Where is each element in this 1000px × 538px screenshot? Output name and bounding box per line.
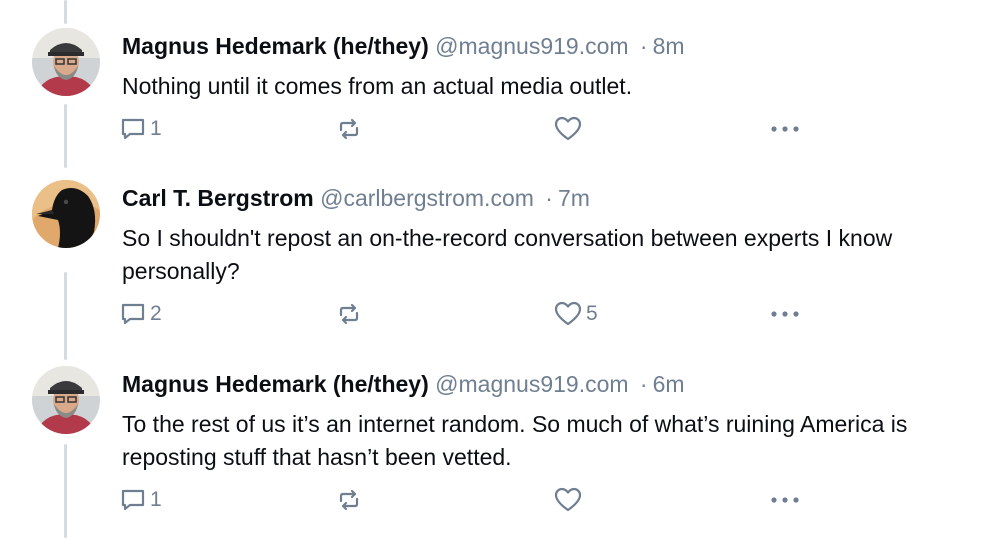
post-timestamp[interactable]: 7m	[558, 185, 590, 211]
ellipsis-icon	[771, 311, 799, 317]
speech-bubble-icon	[121, 489, 145, 511]
repost-button[interactable]	[336, 299, 362, 329]
ellipsis-icon	[771, 497, 799, 503]
separator-dot: ·	[639, 371, 648, 397]
post-actions: 1	[120, 114, 820, 144]
avatar[interactable]	[32, 366, 100, 434]
reply-count: 2	[150, 302, 162, 325]
reply-button[interactable]: 1	[120, 485, 162, 515]
like-button[interactable]	[554, 114, 582, 144]
repost-button[interactable]	[336, 485, 362, 515]
post-header: Carl T. Bergstrom @carlbergstrom.com · 7m	[122, 184, 590, 212]
avatar[interactable]	[32, 28, 100, 96]
more-options-button[interactable]	[770, 299, 800, 329]
post-actions: 2 5	[120, 299, 820, 329]
post-text: So I shouldn't repost an on-the-record c…	[122, 225, 893, 284]
post-actions: 1	[120, 485, 820, 515]
repost-arrows-icon	[339, 303, 359, 325]
reply-count: 1	[150, 488, 162, 511]
author-name[interactable]: Magnus Hedemark (he/they)	[122, 371, 429, 397]
post-text: To the rest of us it’s an internet rando…	[122, 411, 908, 470]
reply-button[interactable]: 1	[120, 114, 162, 144]
avatar-crow-image	[32, 180, 100, 248]
more-options-button[interactable]	[770, 485, 800, 515]
post-item[interactable]: Carl T. Bergstrom @carlbergstrom.com · 7m…	[0, 180, 1000, 340]
more-options-button[interactable]	[770, 114, 800, 144]
repost-arrows-icon	[339, 118, 359, 140]
like-count: 5	[586, 302, 598, 325]
speech-bubble-icon	[121, 303, 145, 325]
author-handle[interactable]: @carlbergstrom.com	[320, 185, 534, 211]
speech-bubble-icon	[121, 118, 145, 140]
avatar[interactable]	[32, 180, 100, 248]
post-item[interactable]: Magnus Hedemark (he/they) @magnus919.com…	[0, 28, 1000, 158]
reply-button[interactable]: 2	[120, 299, 162, 329]
heart-outline-icon	[554, 301, 582, 326]
heart-outline-icon	[554, 487, 582, 512]
ellipsis-icon	[771, 126, 799, 132]
author-name[interactable]: Carl T. Bergstrom	[122, 185, 314, 211]
post-text: Nothing until it comes from an actual me…	[122, 73, 633, 99]
thread-line-top	[64, 0, 67, 24]
post-header: Magnus Hedemark (he/they) @magnus919.com…	[122, 32, 685, 60]
author-handle[interactable]: @magnus919.com	[435, 371, 628, 397]
avatar-person-image	[32, 366, 100, 434]
reply-count: 1	[150, 117, 162, 140]
like-button[interactable]: 5	[554, 299, 598, 329]
heart-outline-icon	[554, 116, 582, 141]
post-item[interactable]: Magnus Hedemark (he/they) @magnus919.com…	[0, 366, 1000, 526]
post-header: Magnus Hedemark (he/they) @magnus919.com…	[122, 370, 685, 398]
author-handle[interactable]: @magnus919.com	[435, 33, 628, 59]
repost-button[interactable]	[336, 114, 362, 144]
post-timestamp[interactable]: 6m	[653, 371, 685, 397]
separator-dot: ·	[545, 185, 553, 211]
post-timestamp[interactable]: 8m	[653, 33, 685, 59]
repost-arrows-icon	[339, 489, 359, 511]
avatar-person-image	[32, 28, 100, 96]
separator-dot: ·	[639, 33, 648, 59]
like-button[interactable]	[554, 485, 582, 515]
author-name[interactable]: Magnus Hedemark (he/they)	[122, 33, 429, 59]
